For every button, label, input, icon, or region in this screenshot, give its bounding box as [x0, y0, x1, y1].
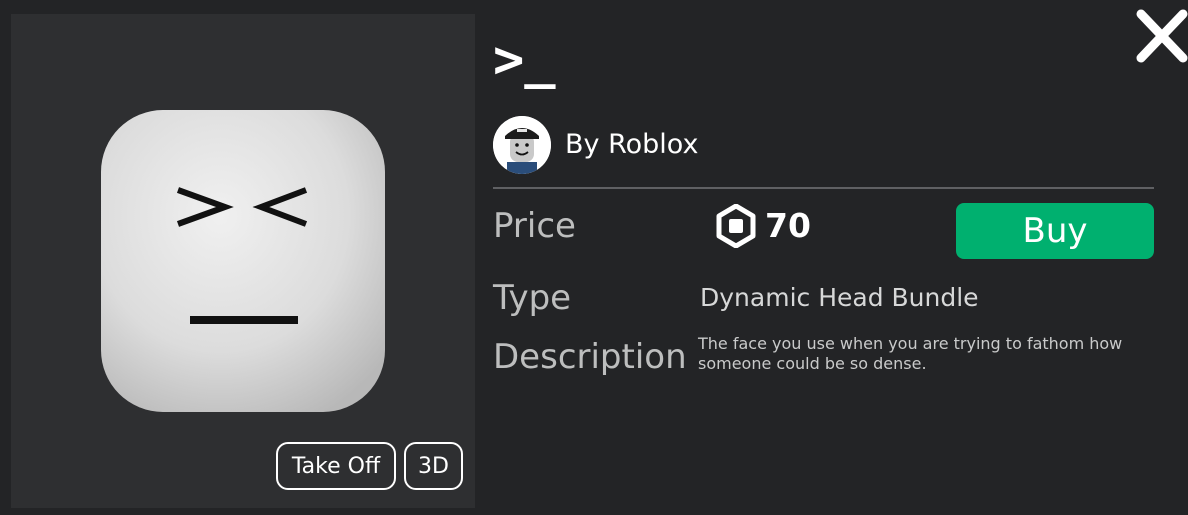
description-text: The face you use when you are trying to … — [698, 334, 1123, 373]
close-icon — [1136, 9, 1188, 63]
creator-avatar[interactable] — [493, 116, 551, 174]
item-preview-panel[interactable]: Take Off 3D — [11, 14, 475, 508]
robux-icon — [716, 204, 756, 248]
buy-button[interactable]: Buy — [956, 203, 1154, 259]
mouth — [190, 316, 298, 324]
type-label: Type — [493, 278, 572, 318]
price-value: 70 — [765, 206, 811, 245]
view-3d-button[interactable]: 3D — [404, 442, 463, 490]
head-preview-image — [101, 110, 385, 412]
divider — [493, 187, 1154, 189]
avatar-icon — [493, 116, 551, 174]
description-label: Description — [493, 337, 687, 377]
creator-name-link[interactable]: By Roblox — [565, 128, 698, 162]
price-label: Price — [493, 206, 576, 246]
take-off-button[interactable]: Take Off — [276, 442, 396, 490]
item-title: >_ — [493, 30, 556, 90]
type-value: Dynamic Head Bundle — [700, 283, 979, 312]
head-shape — [101, 110, 385, 412]
close-button[interactable] — [1132, 5, 1188, 67]
